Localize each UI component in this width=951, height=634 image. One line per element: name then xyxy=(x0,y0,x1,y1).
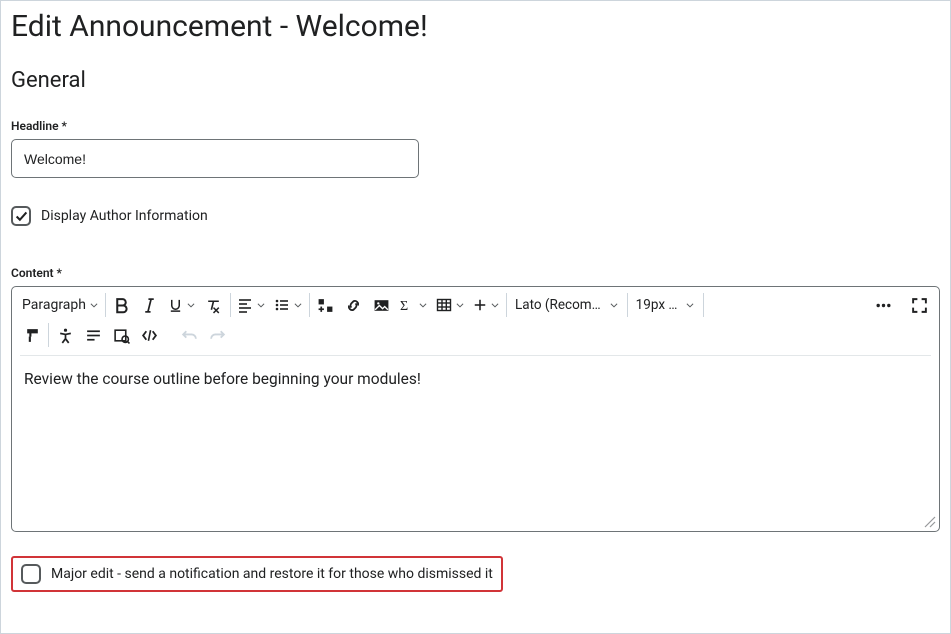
word-count-button[interactable] xyxy=(79,321,107,349)
editor-body[interactable]: Review the course outline before beginni… xyxy=(12,356,939,531)
format-painter-button[interactable] xyxy=(18,321,46,349)
underline-button[interactable] xyxy=(164,291,200,319)
content-label: Content * xyxy=(11,266,940,280)
preview-button[interactable] xyxy=(107,321,135,349)
insert-more-button[interactable] xyxy=(469,291,504,319)
source-code-button[interactable] xyxy=(135,321,163,349)
resize-handle-icon[interactable] xyxy=(922,514,936,528)
svg-text:Σ: Σ xyxy=(400,298,408,313)
headline-input[interactable] xyxy=(11,139,419,178)
accessibility-checker-button[interactable] xyxy=(51,321,79,349)
redo-button[interactable] xyxy=(203,321,231,349)
bold-button[interactable] xyxy=(108,291,136,319)
rich-text-editor: Paragraph xyxy=(11,286,940,532)
page-title: Edit Announcement - Welcome! xyxy=(11,9,940,44)
font-family-dropdown[interactable]: Lato (Recom… xyxy=(509,291,625,319)
equation-button[interactable]: Σ xyxy=(396,291,432,319)
toolbar-row-2 xyxy=(12,319,939,355)
clear-format-button[interactable] xyxy=(200,291,228,319)
font-size-dropdown[interactable]: 19px … xyxy=(630,291,702,319)
major-edit-label: Major edit - send a notification and res… xyxy=(51,566,493,582)
align-button[interactable] xyxy=(233,291,270,319)
undo-button[interactable] xyxy=(175,321,203,349)
italic-button[interactable] xyxy=(136,291,164,319)
major-edit-highlight: Major edit - send a notification and res… xyxy=(11,556,503,592)
link-button[interactable] xyxy=(340,291,368,319)
more-actions-button[interactable] xyxy=(869,291,897,319)
headline-label: Headline * xyxy=(11,119,940,133)
major-edit-checkbox[interactable] xyxy=(21,564,41,584)
block-type-dropdown[interactable]: Paragraph xyxy=(18,291,103,319)
image-button[interactable] xyxy=(368,291,396,319)
section-title: General xyxy=(11,68,940,93)
list-button[interactable] xyxy=(270,291,307,319)
display-author-label: Display Author Information xyxy=(41,208,208,224)
insert-stuff-button[interactable] xyxy=(312,291,340,319)
display-author-checkbox[interactable] xyxy=(11,206,31,226)
fullscreen-button[interactable] xyxy=(905,291,933,319)
toolbar-row-1: Paragraph xyxy=(12,287,939,319)
table-button[interactable] xyxy=(432,291,469,319)
